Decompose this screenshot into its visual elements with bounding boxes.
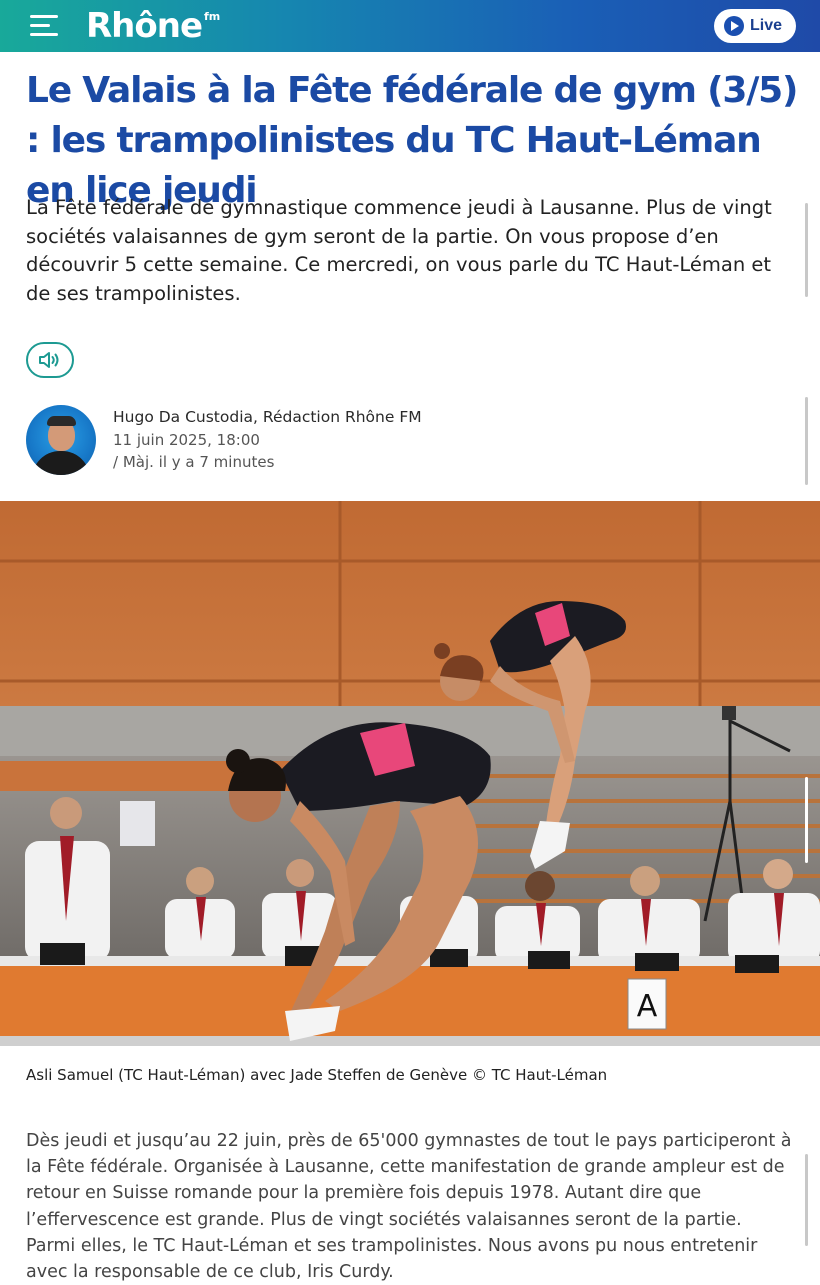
publish-date: 11 juin 2025, 18:00 bbox=[113, 431, 260, 449]
live-button[interactable]: Live bbox=[714, 9, 796, 43]
listen-audio-button[interactable] bbox=[26, 342, 74, 378]
site-logo[interactable]: Rhône fm bbox=[86, 6, 220, 46]
scroll-indicator-4 bbox=[805, 1154, 808, 1246]
scroll-indicator-2 bbox=[805, 397, 808, 485]
article-body: Dès jeudi et jusqu’au 22 juin, près de 6… bbox=[26, 1131, 792, 1283]
article-lead: La Fête fédérale de gymnastique commence… bbox=[26, 196, 772, 305]
judge-sign-letter: A bbox=[637, 989, 658, 1024]
trampoline-photo-illustration: A bbox=[0, 501, 820, 1046]
scroll-indicator-3 bbox=[805, 777, 808, 863]
speaker-icon bbox=[39, 352, 59, 368]
hamburger-menu-icon[interactable] bbox=[30, 15, 58, 37]
author-name[interactable]: Hugo Da Custodia, Rédaction Rhône FM bbox=[113, 408, 422, 426]
top-header: Rhône fm Live bbox=[0, 0, 820, 52]
logo-text: Rhône bbox=[86, 6, 203, 46]
article-photo[interactable]: A bbox=[0, 501, 820, 1046]
update-time: / Màj. il y a 7 minutes bbox=[113, 453, 275, 471]
logo-fm-suffix: fm bbox=[204, 10, 221, 23]
photo-caption: Asli Samuel (TC Haut-Léman) avec Jade St… bbox=[26, 1066, 608, 1084]
live-label: Live bbox=[750, 17, 783, 34]
author-avatar[interactable] bbox=[26, 405, 96, 475]
scroll-indicator bbox=[805, 203, 808, 297]
play-icon bbox=[724, 16, 744, 36]
